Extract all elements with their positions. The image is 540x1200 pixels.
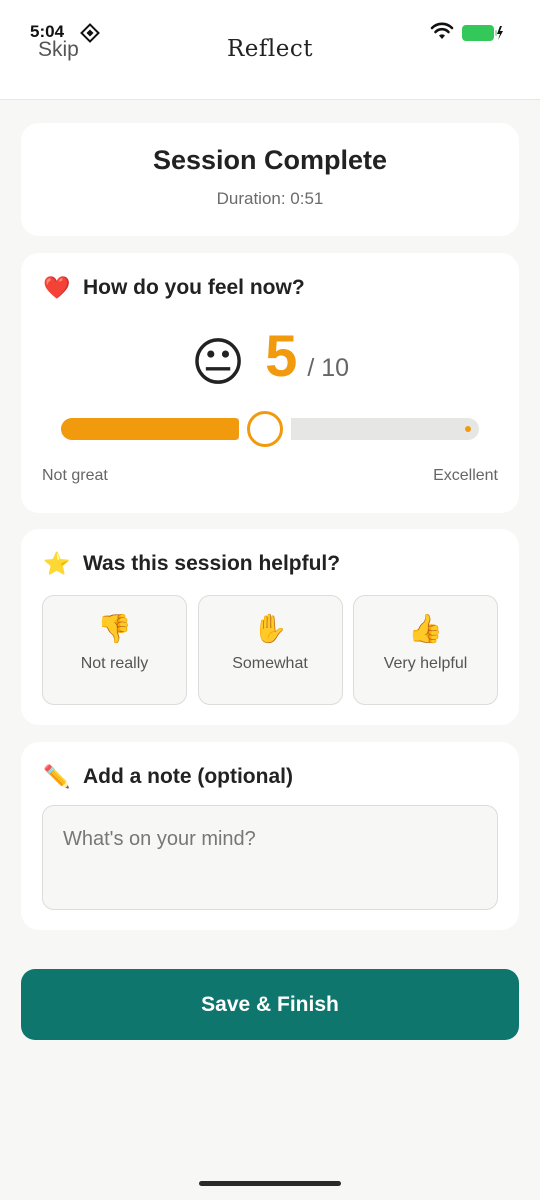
heart-icon: ❤️ xyxy=(43,275,71,300)
option-somewhat[interactable]: ✋ Somewhat xyxy=(197,595,343,705)
note-heading-text: Add a note (optional) xyxy=(83,765,293,788)
star-icon: ⭐ xyxy=(43,551,71,576)
thumbs-up-icon: 👍 xyxy=(408,613,443,644)
page-title: Reflect xyxy=(226,36,314,62)
pencil-icon: ✏️ xyxy=(43,764,71,789)
helpful-card: ⭐ Was this session helpful? 👎 Not really… xyxy=(21,529,519,725)
reflect-screen: 5:04 Skip Reflect Session Complete Durat… xyxy=(0,0,540,1200)
helpful-heading-text: Was this session helpful? xyxy=(83,552,341,575)
mood-heading-text: How do you feel now? xyxy=(83,276,305,299)
option-not-really[interactable]: 👎 Not really xyxy=(42,595,187,705)
note-input[interactable] xyxy=(42,805,498,910)
slider-end-dot xyxy=(465,426,471,432)
option-label: Somewhat xyxy=(232,655,308,672)
note-card: ✏️ Add a note (optional) xyxy=(21,742,519,930)
mood-card: ❤️ How do you feel now? 😐 5 / 10 Not gre… xyxy=(21,253,519,513)
home-indicator xyxy=(199,1181,341,1186)
mood-slider[interactable] xyxy=(61,411,479,447)
header: 5:04 Skip Reflect xyxy=(0,0,540,100)
mood-value: 5 xyxy=(265,324,298,389)
session-summary-card: Session Complete Duration: 0:51 xyxy=(21,123,519,236)
slider-fill xyxy=(61,418,239,440)
duration-value: 0:51 xyxy=(290,189,324,208)
thumbs-down-icon: 👎 xyxy=(97,613,132,644)
slider-thumb[interactable] xyxy=(247,411,283,447)
neutral-face-icon: 😐 xyxy=(190,334,246,392)
save-finish-button[interactable]: Save & Finish xyxy=(21,969,519,1040)
mood-max: / 10 xyxy=(307,354,350,382)
option-label: Not really xyxy=(80,655,149,672)
helpful-options: 👎 Not really ✋ Somewhat 👍 Very helpful xyxy=(42,595,498,705)
raised-hand-icon: ✋ xyxy=(252,613,288,644)
mood-heading: ❤️ How do you feel now? xyxy=(43,275,305,301)
scale-max-label: Excellent xyxy=(433,467,498,484)
helpful-heading: ⭐ Was this session helpful? xyxy=(43,551,340,577)
option-very-helpful[interactable]: 👍 Very helpful xyxy=(353,595,498,705)
scale-min-label: Not great xyxy=(42,467,108,484)
note-heading: ✏️ Add a note (optional) xyxy=(43,764,293,790)
mood-readout: 😐 5 / 10 xyxy=(21,323,519,392)
duration-label: Duration: xyxy=(216,189,291,208)
option-label: Very helpful xyxy=(383,655,468,672)
session-title: Session Complete xyxy=(152,145,388,175)
session-duration: Duration: 0:51 xyxy=(21,189,519,209)
